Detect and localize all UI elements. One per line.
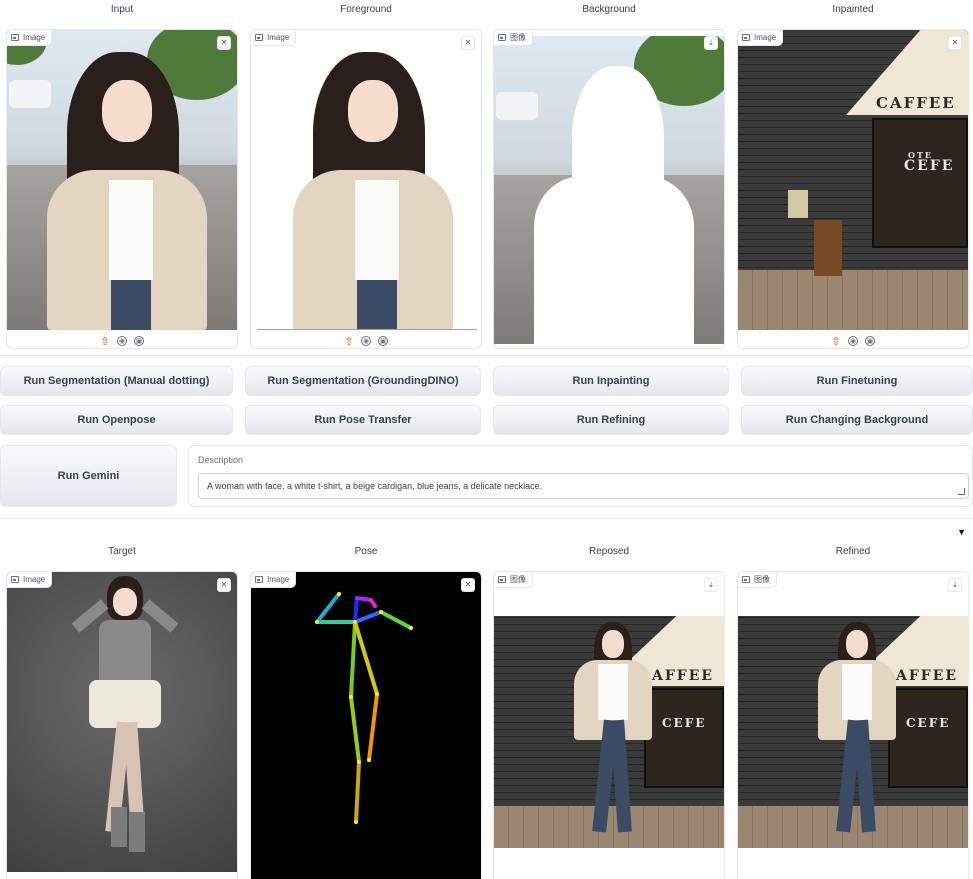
description-label: Description: [198, 455, 244, 465]
description-box: Description A woman with face, a white t…: [188, 445, 973, 507]
background-image-panel[interactable]: 图像 ⤓: [493, 29, 725, 349]
collapse-triangle-icon[interactable]: ▼: [957, 527, 966, 537]
webcam-icon[interactable]: ◉: [361, 336, 371, 346]
upload-icon[interactable]: ⇧: [344, 336, 354, 348]
sign-cefe: CEFE: [904, 158, 955, 174]
reposed-image-panel[interactable]: 图像 ⤓ AFFEE CEFE: [493, 571, 725, 879]
section-divider: [0, 355, 973, 356]
image-icon: [498, 576, 506, 583]
image-icon: [255, 576, 263, 583]
label-input: Input: [110, 4, 134, 15]
refined-image-panel[interactable]: 图像 ⤓ AFFEE CEFE: [737, 571, 969, 879]
close-icon[interactable]: ✕: [461, 578, 475, 592]
run-gemini-button[interactable]: Run Gemini: [0, 445, 177, 507]
reposed-photo: AFFEE CEFE: [494, 616, 724, 848]
inpainted-photo: CAFFEE OTE CEFE: [738, 30, 968, 330]
image-icon: [742, 576, 750, 583]
image-icon: [742, 34, 750, 41]
image-badge: Image: [7, 572, 53, 588]
label-reposed: Reposed: [588, 546, 630, 557]
skeleton-svg: [315, 592, 413, 824]
download-icon[interactable]: ⤓: [704, 36, 718, 50]
sign-cefe: CEFE: [906, 716, 951, 730]
pose-image-panel[interactable]: Image ✕: [250, 571, 482, 879]
clipboard-icon[interactable]: ▣: [378, 336, 388, 346]
resize-handle-icon[interactable]: [958, 488, 965, 495]
run-pose-transfer-button[interactable]: Run Pose Transfer: [245, 405, 481, 435]
pose-skeleton: [251, 572, 481, 879]
close-icon[interactable]: ✕: [217, 578, 231, 592]
label-foreground: Foreground: [340, 4, 392, 15]
image-badge: Image: [738, 30, 784, 46]
sign-affee: AFFEE: [652, 668, 715, 684]
description-text: A woman with face, a white t-shirt, a be…: [207, 481, 543, 491]
run-openpose-button[interactable]: Run Openpose: [0, 405, 233, 435]
sign-caffee: CAFFEE: [876, 94, 956, 112]
webcam-icon[interactable]: ◉: [848, 336, 858, 346]
image-toolbar: ⇧ ◉ ▣: [251, 332, 481, 348]
run-segmentation-manual-button[interactable]: Run Segmentation (Manual dotting): [0, 366, 233, 396]
download-icon[interactable]: ⤓: [948, 578, 962, 592]
image-badge: 图像: [494, 572, 533, 588]
background-photo: [494, 36, 724, 344]
close-icon[interactable]: ✕: [461, 36, 475, 50]
label-target: Target: [108, 546, 136, 557]
foreground-image-panel[interactable]: Image ✕ ⇧ ◉ ▣: [250, 29, 482, 349]
input-photo: [7, 30, 237, 330]
description-textarea[interactable]: A woman with face, a white t-shirt, a be…: [198, 473, 969, 499]
label-pose: Pose: [354, 546, 378, 557]
sign-cefe: CEFE: [662, 716, 707, 730]
image-badge: Image: [7, 30, 53, 46]
close-icon[interactable]: ✕: [217, 36, 231, 50]
image-icon: [11, 34, 19, 41]
upload-icon[interactable]: ⇧: [100, 336, 110, 348]
image-icon: [498, 34, 506, 41]
refined-photo: AFFEE CEFE: [738, 616, 968, 848]
run-changing-background-button[interactable]: Run Changing Background: [741, 405, 973, 435]
upload-icon[interactable]: ⇧: [831, 336, 841, 348]
input-image-panel[interactable]: Image ✕ ⇧ ◉ ▣: [6, 29, 238, 349]
clipboard-icon[interactable]: ▣: [134, 336, 144, 346]
image-icon: [11, 576, 19, 583]
image-badge: Image: [251, 572, 297, 588]
run-refining-button[interactable]: Run Refining: [493, 405, 729, 435]
label-refined: Refined: [835, 546, 871, 557]
label-background: Background: [582, 4, 636, 15]
close-icon[interactable]: ✕: [948, 36, 962, 50]
download-icon[interactable]: ⤓: [704, 578, 718, 592]
label-inpainted: Inpainted: [832, 4, 874, 15]
run-finetuning-button[interactable]: Run Finetuning: [741, 366, 973, 396]
run-segmentation-dino-button[interactable]: Run Segmentation (GroundingDINO): [245, 366, 481, 396]
run-inpainting-button[interactable]: Run Inpainting: [493, 366, 729, 396]
image-toolbar: ⇧ ◉ ▣: [738, 332, 968, 348]
image-icon: [255, 34, 263, 41]
webcam-icon[interactable]: ◉: [117, 336, 127, 346]
foreground-photo: [257, 30, 477, 330]
image-badge: 图像: [494, 30, 533, 46]
target-photo: [7, 572, 237, 872]
image-toolbar: ⇧ ◉ ▣: [7, 332, 237, 348]
sign-affee: AFFEE: [896, 668, 959, 684]
target-image-panel[interactable]: Image ✕: [6, 571, 238, 879]
image-badge: 图像: [738, 572, 777, 588]
inpainted-image-panel[interactable]: Image ✕ CAFFEE OTE CEFE ⇧ ◉ ▣: [737, 29, 969, 349]
image-badge: Image: [251, 30, 297, 46]
clipboard-icon[interactable]: ▣: [865, 336, 875, 346]
section-divider: [0, 518, 973, 519]
